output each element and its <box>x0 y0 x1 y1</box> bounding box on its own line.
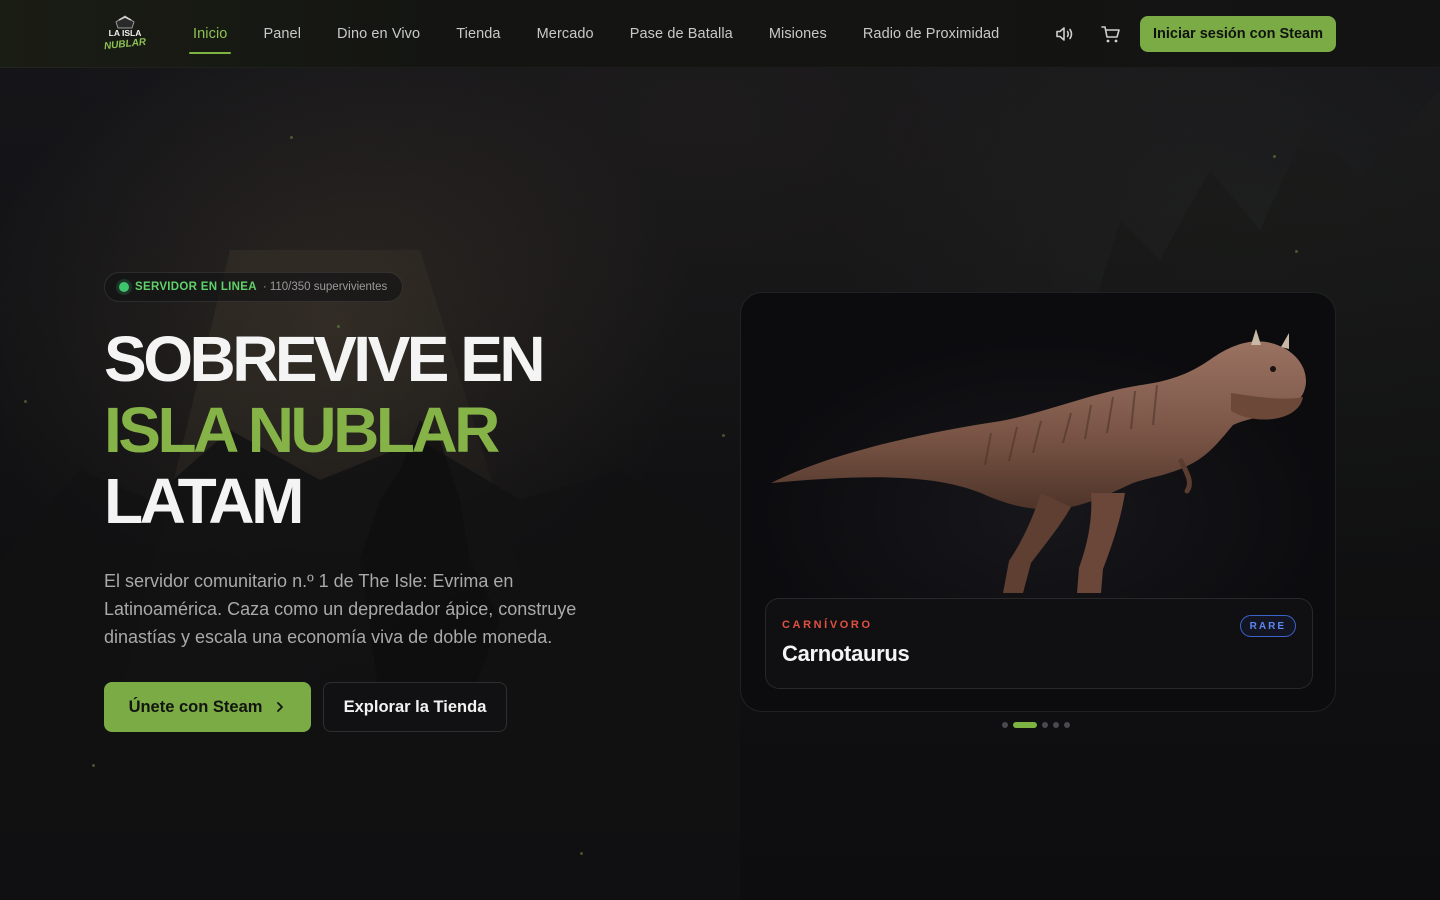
ember-particle <box>722 434 725 437</box>
logo-text-line1: LA ISLA <box>109 28 142 38</box>
ember-particle <box>580 852 583 855</box>
top-navbar: LA ISLA NUBLAR Inicio Panel Dino en Vivo… <box>0 0 1440 68</box>
diet-label: CARNÍVORO <box>782 619 873 631</box>
explore-shop-button[interactable]: Explorar la Tienda <box>323 682 507 732</box>
speaker-icon <box>1056 27 1073 41</box>
ember-particle <box>290 136 293 139</box>
hero-headline: SOBREVIVE EN ISLA NUBLAR LATAM <box>104 323 546 537</box>
featured-dino-card[interactable]: CARNÍVORO Carnotaurus RARE <box>740 292 1336 712</box>
headline-line-1: SOBREVIVE EN <box>104 323 546 395</box>
join-with-steam-button[interactable]: Únete con Steam <box>104 682 311 732</box>
chevron-right-icon <box>277 702 284 712</box>
nav-item-radio-de-proximidad[interactable]: Radio de Proximidad <box>845 0 1018 68</box>
player-count: · 110/350 supervivientes <box>262 281 388 293</box>
dino-name: Carnotaurus <box>782 641 910 666</box>
ember-particle <box>24 400 27 403</box>
carousel-dot[interactable] <box>1002 722 1008 728</box>
carousel-dot[interactable] <box>1042 722 1048 728</box>
carnotaurus-image <box>771 329 1306 593</box>
cart-button[interactable] <box>1099 22 1123 46</box>
carousel-dot[interactable] <box>1053 722 1059 728</box>
server-status-label: SERVIDOR EN LINEA <box>135 281 257 293</box>
ember-particle <box>1273 155 1276 158</box>
nav-item-pase-de-batalla[interactable]: Pase de Batalla <box>612 0 751 68</box>
hero-description: El servidor comunitario n.º 1 de The Isl… <box>104 571 577 647</box>
nav-item-inicio[interactable]: Inicio <box>189 0 245 68</box>
headline-line-3: LATAM <box>104 465 304 537</box>
cart-icon <box>1101 26 1120 43</box>
logo-text-line2: NUBLAR <box>104 37 146 52</box>
rarity-badge: RARE <box>1239 615 1296 637</box>
main-nav: Inicio Panel Dino en Vivo Tienda Mercado… <box>189 0 1017 68</box>
carousel-pagination <box>1002 722 1070 728</box>
ember-particle <box>92 764 95 767</box>
headline-line-2: ISLA NUBLAR <box>104 394 500 466</box>
nav-item-misiones[interactable]: Misiones <box>751 0 845 68</box>
sound-toggle-button[interactable] <box>1053 22 1077 46</box>
brand-logo[interactable]: LA ISLA NUBLAR <box>103 14 147 54</box>
carousel-dot-active[interactable] <box>1013 722 1037 728</box>
nav-item-panel[interactable]: Panel <box>245 0 319 68</box>
dino-info-panel: CARNÍVORO Carnotaurus RARE <box>765 598 1313 689</box>
online-indicator-icon <box>119 282 129 292</box>
server-status-badge: SERVIDOR EN LINEA · 110/350 supervivient… <box>104 272 404 302</box>
steam-login-button[interactable]: Iniciar sesión con Steam <box>1140 16 1336 52</box>
nav-item-tienda[interactable]: Tienda <box>438 0 518 68</box>
join-button-label: Únete con Steam <box>128 697 263 716</box>
logo-emblem-icon: LA ISLA NUBLAR <box>103 15 147 52</box>
nav-item-mercado[interactable]: Mercado <box>519 0 612 68</box>
ember-particle <box>1295 250 1298 253</box>
nav-item-dino-en-vivo[interactable]: Dino en Vivo <box>319 0 438 68</box>
carousel-dot[interactable] <box>1064 722 1070 728</box>
